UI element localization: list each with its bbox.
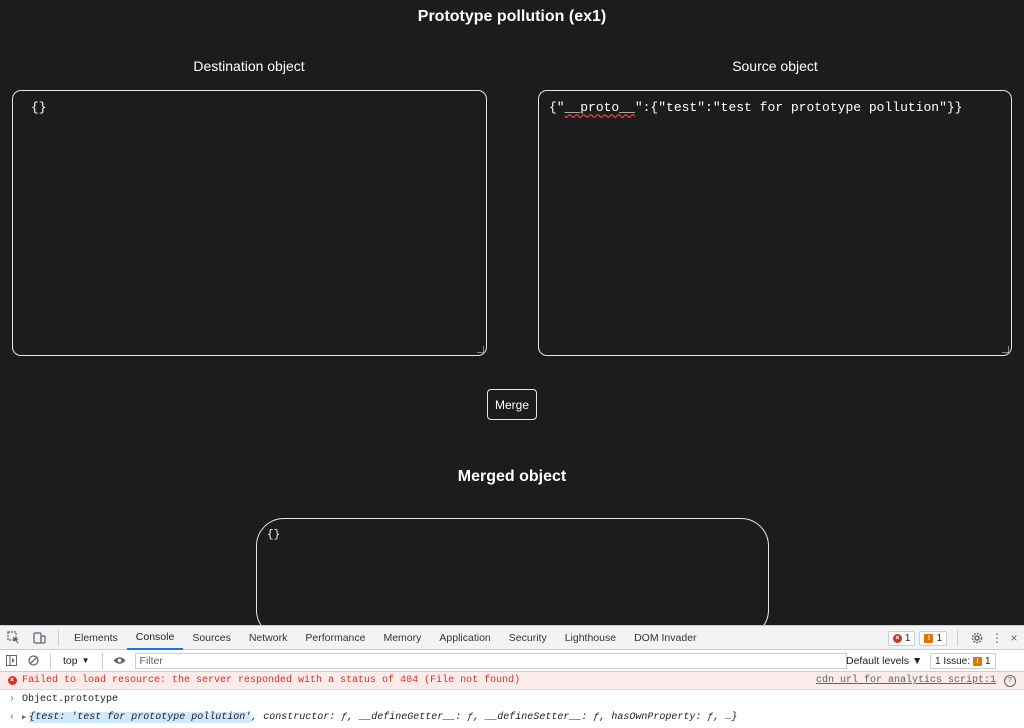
- tab-lighthouse[interactable]: Lighthouse: [556, 626, 625, 650]
- divider: [50, 652, 51, 669]
- destination-textarea[interactable]: {}: [12, 90, 487, 356]
- tab-performance[interactable]: Performance: [296, 626, 374, 650]
- source-label: Source object: [732, 58, 818, 74]
- gear-icon[interactable]: [968, 626, 986, 650]
- source-suffix: ":{"test":"test for prototype pollution"…: [634, 100, 963, 115]
- issues-label: 1 Issue:: [935, 655, 971, 667]
- eye-icon[interactable]: [109, 649, 131, 673]
- issues-count: 1: [985, 655, 991, 667]
- console-result-row[interactable]: ‹ ▶ {test: 'test for prototype pollution…: [0, 708, 1024, 726]
- error-icon: ×: [892, 633, 902, 643]
- devtools-tab-bar: Elements Console Sources Network Perform…: [0, 626, 1024, 650]
- console-toolbar: top ▼ Filter Default levels ▼ 1 Issue: !…: [0, 650, 1024, 672]
- divider: [957, 630, 958, 646]
- tab-elements[interactable]: Elements: [65, 626, 127, 650]
- merge-button[interactable]: Merge: [487, 389, 537, 420]
- inspect-element-icon[interactable]: [0, 626, 26, 650]
- destination-value: {}: [31, 100, 47, 115]
- sidebar-toggle-icon[interactable]: [0, 649, 22, 673]
- console-error-row: × Failed to load resource: the server re…: [0, 672, 1024, 690]
- input-command: Object.prototype: [22, 693, 119, 705]
- result-highlight: {test: 'test for prototype pollution': [29, 711, 252, 723]
- close-icon[interactable]: ×: [1008, 626, 1020, 650]
- chevron-right-icon: ›: [8, 693, 15, 705]
- source-proto-key: __proto__: [564, 100, 635, 115]
- resize-handle-icon[interactable]: [1002, 346, 1009, 353]
- devtools-status-area: × 1 ! 1 ⋮ ×: [887, 626, 1020, 650]
- expand-triangle-icon[interactable]: ▶: [22, 713, 26, 722]
- error-icon: ×: [6, 676, 18, 685]
- devtools-panel: Elements Console Sources Network Perform…: [0, 625, 1024, 728]
- issues-badge[interactable]: 1 Issue: ! 1: [930, 653, 996, 669]
- tab-dom-invader[interactable]: DOM Invader: [625, 626, 705, 650]
- chevron-left-icon: ‹: [8, 711, 15, 723]
- console-input-row: › Object.prototype: [0, 690, 1024, 708]
- tab-security[interactable]: Security: [500, 626, 556, 650]
- divider: [101, 652, 103, 669]
- merged-title: Merged object: [457, 468, 567, 485]
- error-message: Failed to load resource: the server resp…: [22, 675, 521, 686]
- tab-network[interactable]: Network: [240, 626, 297, 650]
- filter-input[interactable]: Filter: [134, 652, 847, 669]
- source-prefix: {": [549, 100, 565, 115]
- warning-icon: !: [973, 656, 983, 666]
- tab-application[interactable]: Application: [430, 626, 499, 650]
- info-icon[interactable]: ?: [1004, 674, 1016, 687]
- merged-value: {}: [267, 529, 281, 541]
- chevron-down-icon: ▼: [81, 656, 90, 665]
- tab-sources[interactable]: Sources: [183, 626, 240, 650]
- tab-memory[interactable]: Memory: [374, 626, 430, 650]
- error-source-link[interactable]: cdn url for analytics script:1: [816, 675, 996, 686]
- result-rest: , constructor: ƒ, __defineGetter__: ƒ, _…: [251, 711, 738, 723]
- clear-console-icon[interactable]: [22, 649, 44, 673]
- device-toggle-icon[interactable]: [26, 626, 52, 650]
- warning-icon: !: [924, 633, 934, 643]
- page-title: Prototype pollution (ex1): [417, 8, 607, 25]
- warning-count-badge[interactable]: ! 1: [919, 630, 947, 646]
- context-value: top: [63, 654, 78, 667]
- log-levels-dropdown[interactable]: Default levels ▼: [846, 650, 922, 672]
- error-count: 1: [904, 632, 911, 644]
- resize-handle-icon[interactable]: [477, 346, 484, 353]
- destination-label: Destination object: [193, 58, 305, 74]
- kebab-menu-icon[interactable]: ⋮: [990, 626, 1004, 650]
- source-textarea[interactable]: {"__proto__":{"test":"test for prototype…: [538, 90, 1012, 356]
- context-selector[interactable]: top ▼: [57, 655, 96, 667]
- tab-console[interactable]: Console: [126, 626, 184, 650]
- merged-textarea[interactable]: {}: [256, 518, 769, 638]
- error-count-badge[interactable]: × 1: [887, 630, 916, 646]
- divider: [58, 629, 59, 646]
- warning-count: 1: [936, 632, 942, 644]
